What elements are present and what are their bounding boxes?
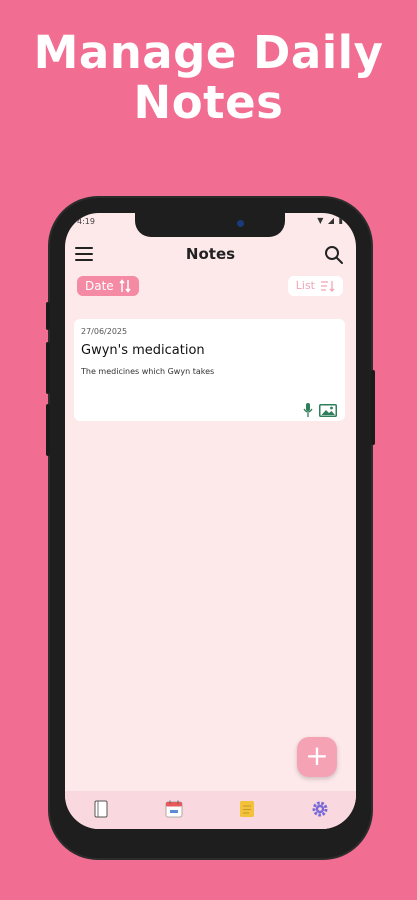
sort-by-date-chip[interactable]: Date bbox=[77, 276, 139, 296]
cellular-icon: ◢ bbox=[327, 216, 336, 225]
add-note-button[interactable]: + bbox=[297, 737, 337, 777]
front-camera bbox=[237, 220, 244, 227]
gear-icon bbox=[312, 801, 328, 817]
view-chip-label: List bbox=[295, 279, 315, 292]
bottom-nav bbox=[65, 791, 356, 829]
nav-item-calendar[interactable] bbox=[164, 800, 184, 820]
calendar-icon bbox=[165, 800, 183, 818]
search-icon[interactable] bbox=[324, 245, 344, 265]
list-sort-icon bbox=[321, 281, 335, 292]
image-icon bbox=[319, 404, 337, 417]
promo-headline: Manage Daily Notes bbox=[33, 26, 384, 129]
page-title: Notes bbox=[185, 245, 236, 263]
status-time: 4:19 bbox=[77, 217, 95, 226]
note-date: 27/06/2025 bbox=[81, 327, 128, 336]
nav-item-journal[interactable] bbox=[91, 800, 111, 820]
sticky-note-icon bbox=[239, 801, 254, 817]
status-icons: ▼ ◢ ▮ bbox=[317, 216, 344, 225]
mic-icon bbox=[303, 403, 313, 417]
phone-side-button bbox=[46, 302, 50, 330]
signal-icon: ▼ bbox=[317, 216, 325, 225]
sort-chip-label: Date bbox=[85, 279, 114, 293]
view-list-chip[interactable]: List bbox=[287, 276, 343, 296]
phone-side-button bbox=[46, 342, 50, 394]
sort-arrows-icon bbox=[119, 279, 131, 293]
nav-item-notes[interactable] bbox=[237, 800, 257, 820]
notch bbox=[135, 213, 285, 237]
battery-icon: ▮ bbox=[338, 216, 344, 225]
nav-item-settings[interactable] bbox=[310, 800, 330, 820]
note-title: Gwyn's medication bbox=[81, 343, 205, 358]
phone-screen: 4:19 ▼ ◢ ▮ Notes Date List 27/06/2025 Gw… bbox=[65, 213, 356, 829]
app-bar: Notes bbox=[65, 241, 356, 271]
phone-power-button bbox=[371, 370, 375, 445]
note-card[interactable]: 27/06/2025 Gwyn's medication The medicin… bbox=[74, 319, 345, 421]
note-description: The medicines which Gwyn takes bbox=[81, 367, 215, 376]
phone-side-button bbox=[46, 404, 50, 456]
journal-icon bbox=[94, 800, 108, 818]
